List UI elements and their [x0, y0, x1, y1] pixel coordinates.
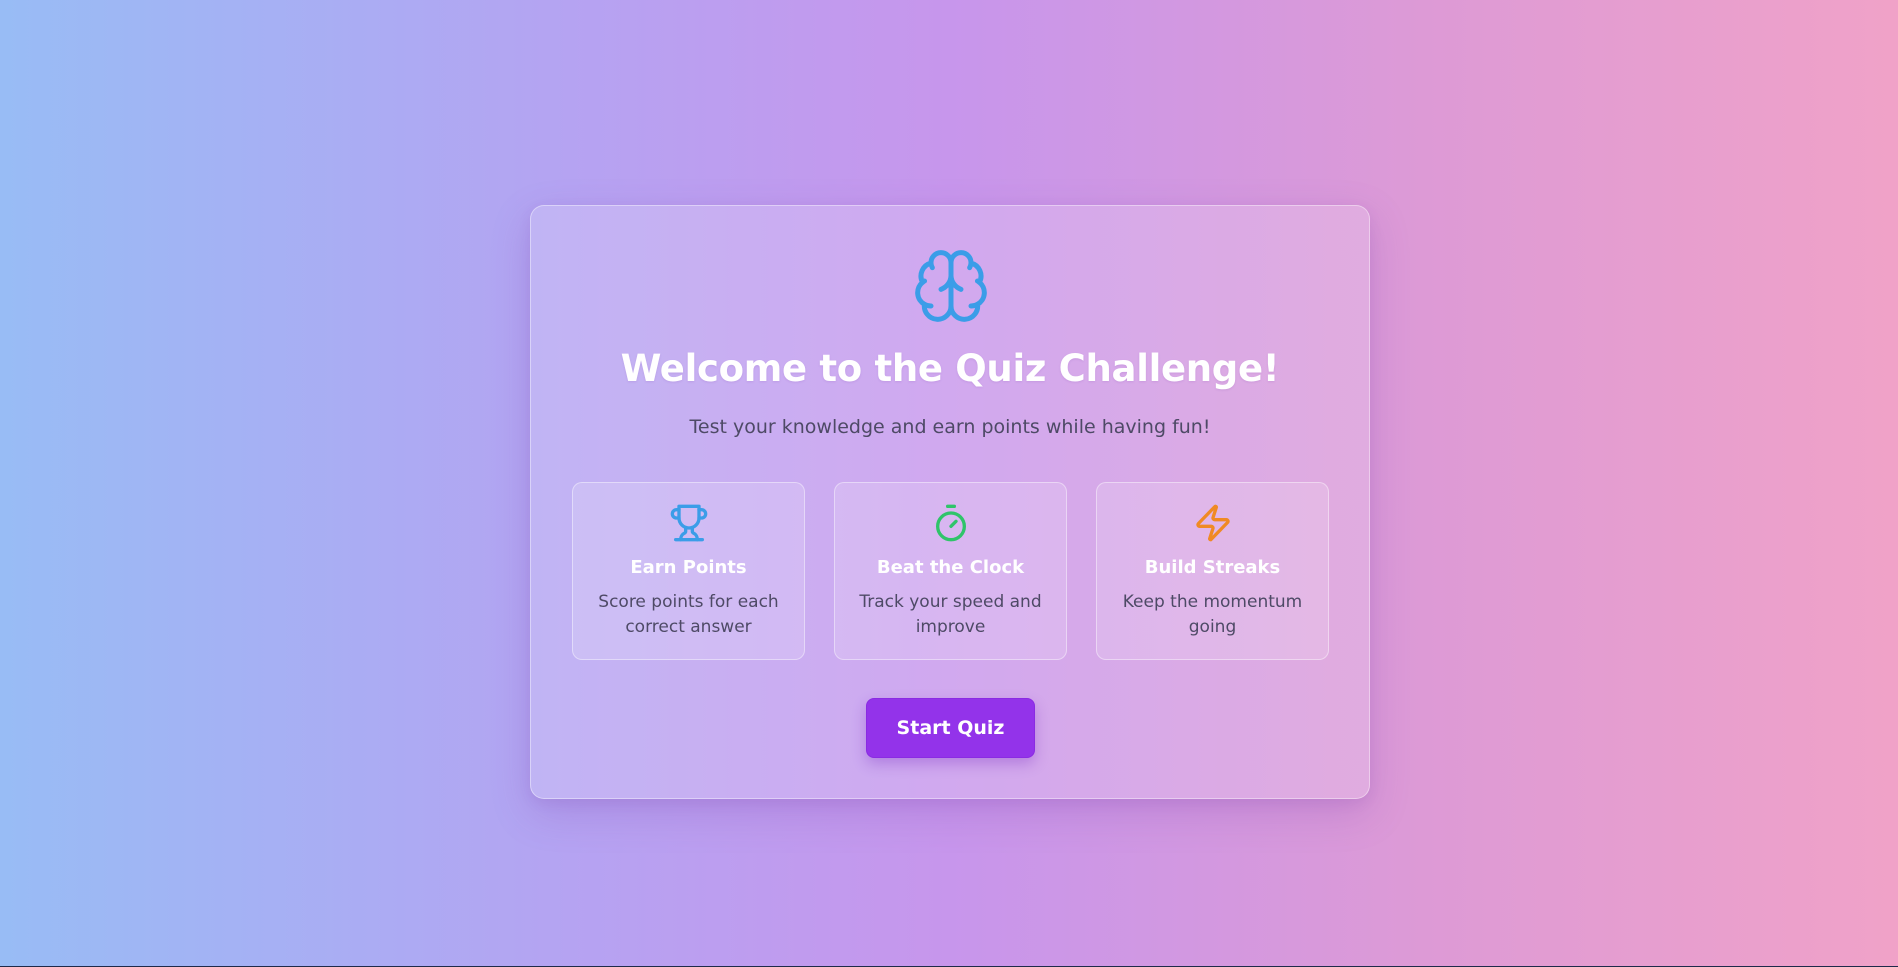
trophy-icon [670, 504, 708, 542]
feature-title: Build Streaks [1144, 557, 1281, 578]
start-quiz-button[interactable]: Start Quiz [866, 698, 1035, 758]
page-title: Welcome to the Quiz Challenge! [620, 347, 1280, 390]
feature-title: Earn Points [630, 557, 747, 578]
feature-card-earn-points: Earn Points Score points for each correc… [572, 482, 805, 660]
zap-icon [1196, 504, 1230, 542]
feature-card-build-streaks: Build Streaks Keep the momentum going [1096, 482, 1329, 660]
feature-title: Beat the Clock [876, 557, 1025, 578]
feature-description: Keep the momentum going [1122, 592, 1303, 637]
brain-icon [915, 250, 987, 322]
page-subtitle: Test your knowledge and earn points whil… [689, 416, 1211, 438]
feature-card-beat-the-clock: Beat the Clock Track your speed and impr… [834, 482, 1067, 660]
timer-icon [936, 504, 966, 542]
welcome-card: Welcome to the Quiz Challenge! Test your… [530, 205, 1370, 799]
feature-description: Track your speed and improve [859, 592, 1042, 637]
feature-description: Score points for each correct answer [598, 592, 779, 637]
page-background: Welcome to the Quiz Challenge! Test your… [0, 0, 1898, 966]
